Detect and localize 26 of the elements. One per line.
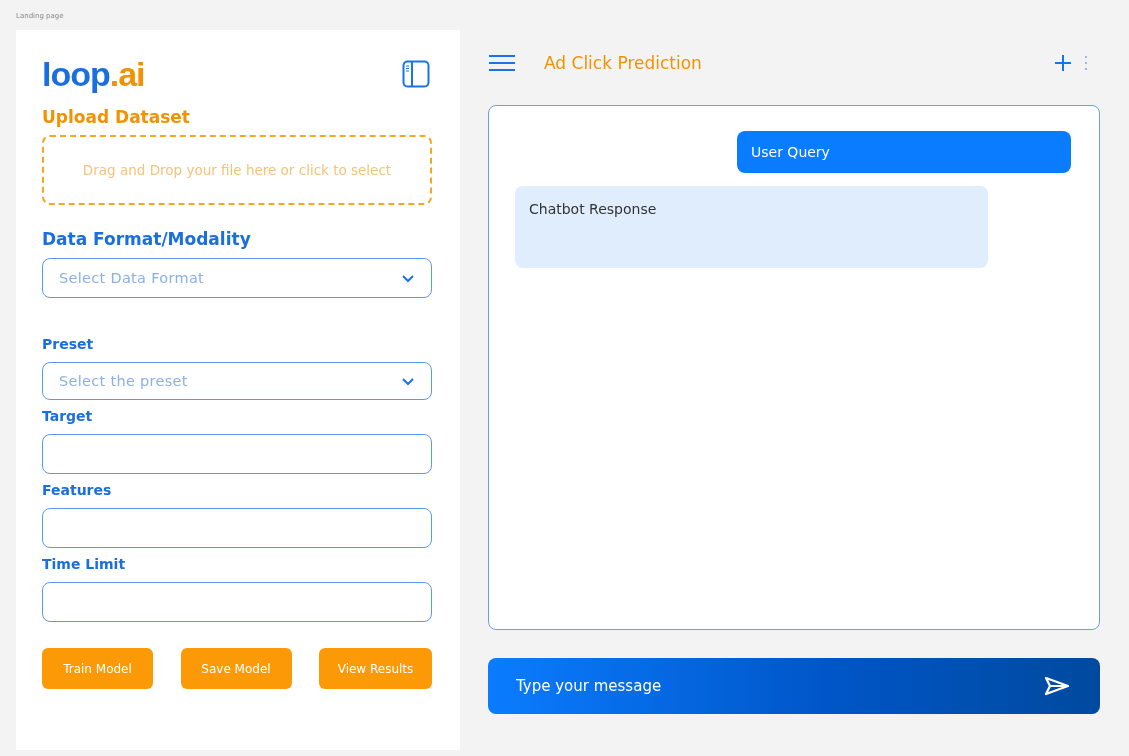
action-button[interactable]: Save Model [180,648,292,689]
field-label: Features [42,482,113,498]
sidebar-toggle-icon[interactable] [402,60,430,88]
action-button[interactable]: Train Model [42,648,153,689]
field-label: Preset [42,336,95,352]
section-heading: Upload Dataset [42,107,191,127]
input-field[interactable] [42,434,432,474]
plus-icon[interactable] [1054,54,1072,72]
logo: loop.ai [42,54,145,94]
field-label: Target [42,408,94,424]
menu-icon[interactable] [488,54,516,72]
input-field[interactable] [42,582,432,622]
chevron-down-icon [401,376,415,386]
chat-title: Ad Click Prediction [544,53,703,73]
select-field[interactable]: Select the preset [42,362,432,400]
message-bubble: Chatbot Response [515,186,988,268]
message-bubble: User Query [737,131,1071,173]
drop-zone[interactable]: Drag and Drop your file here or click to select [42,135,432,205]
select-field[interactable]: Select Data Format [42,258,432,298]
action-button[interactable]: View Results [319,648,432,689]
input-field[interactable] [42,508,432,548]
field-label: Time Limit [42,556,127,572]
send-icon[interactable] [1044,676,1070,696]
field-label: Data Format/Modality [42,229,252,249]
message-input[interactable]: Type your message [488,658,1100,714]
chevron-down-icon [401,273,415,283]
